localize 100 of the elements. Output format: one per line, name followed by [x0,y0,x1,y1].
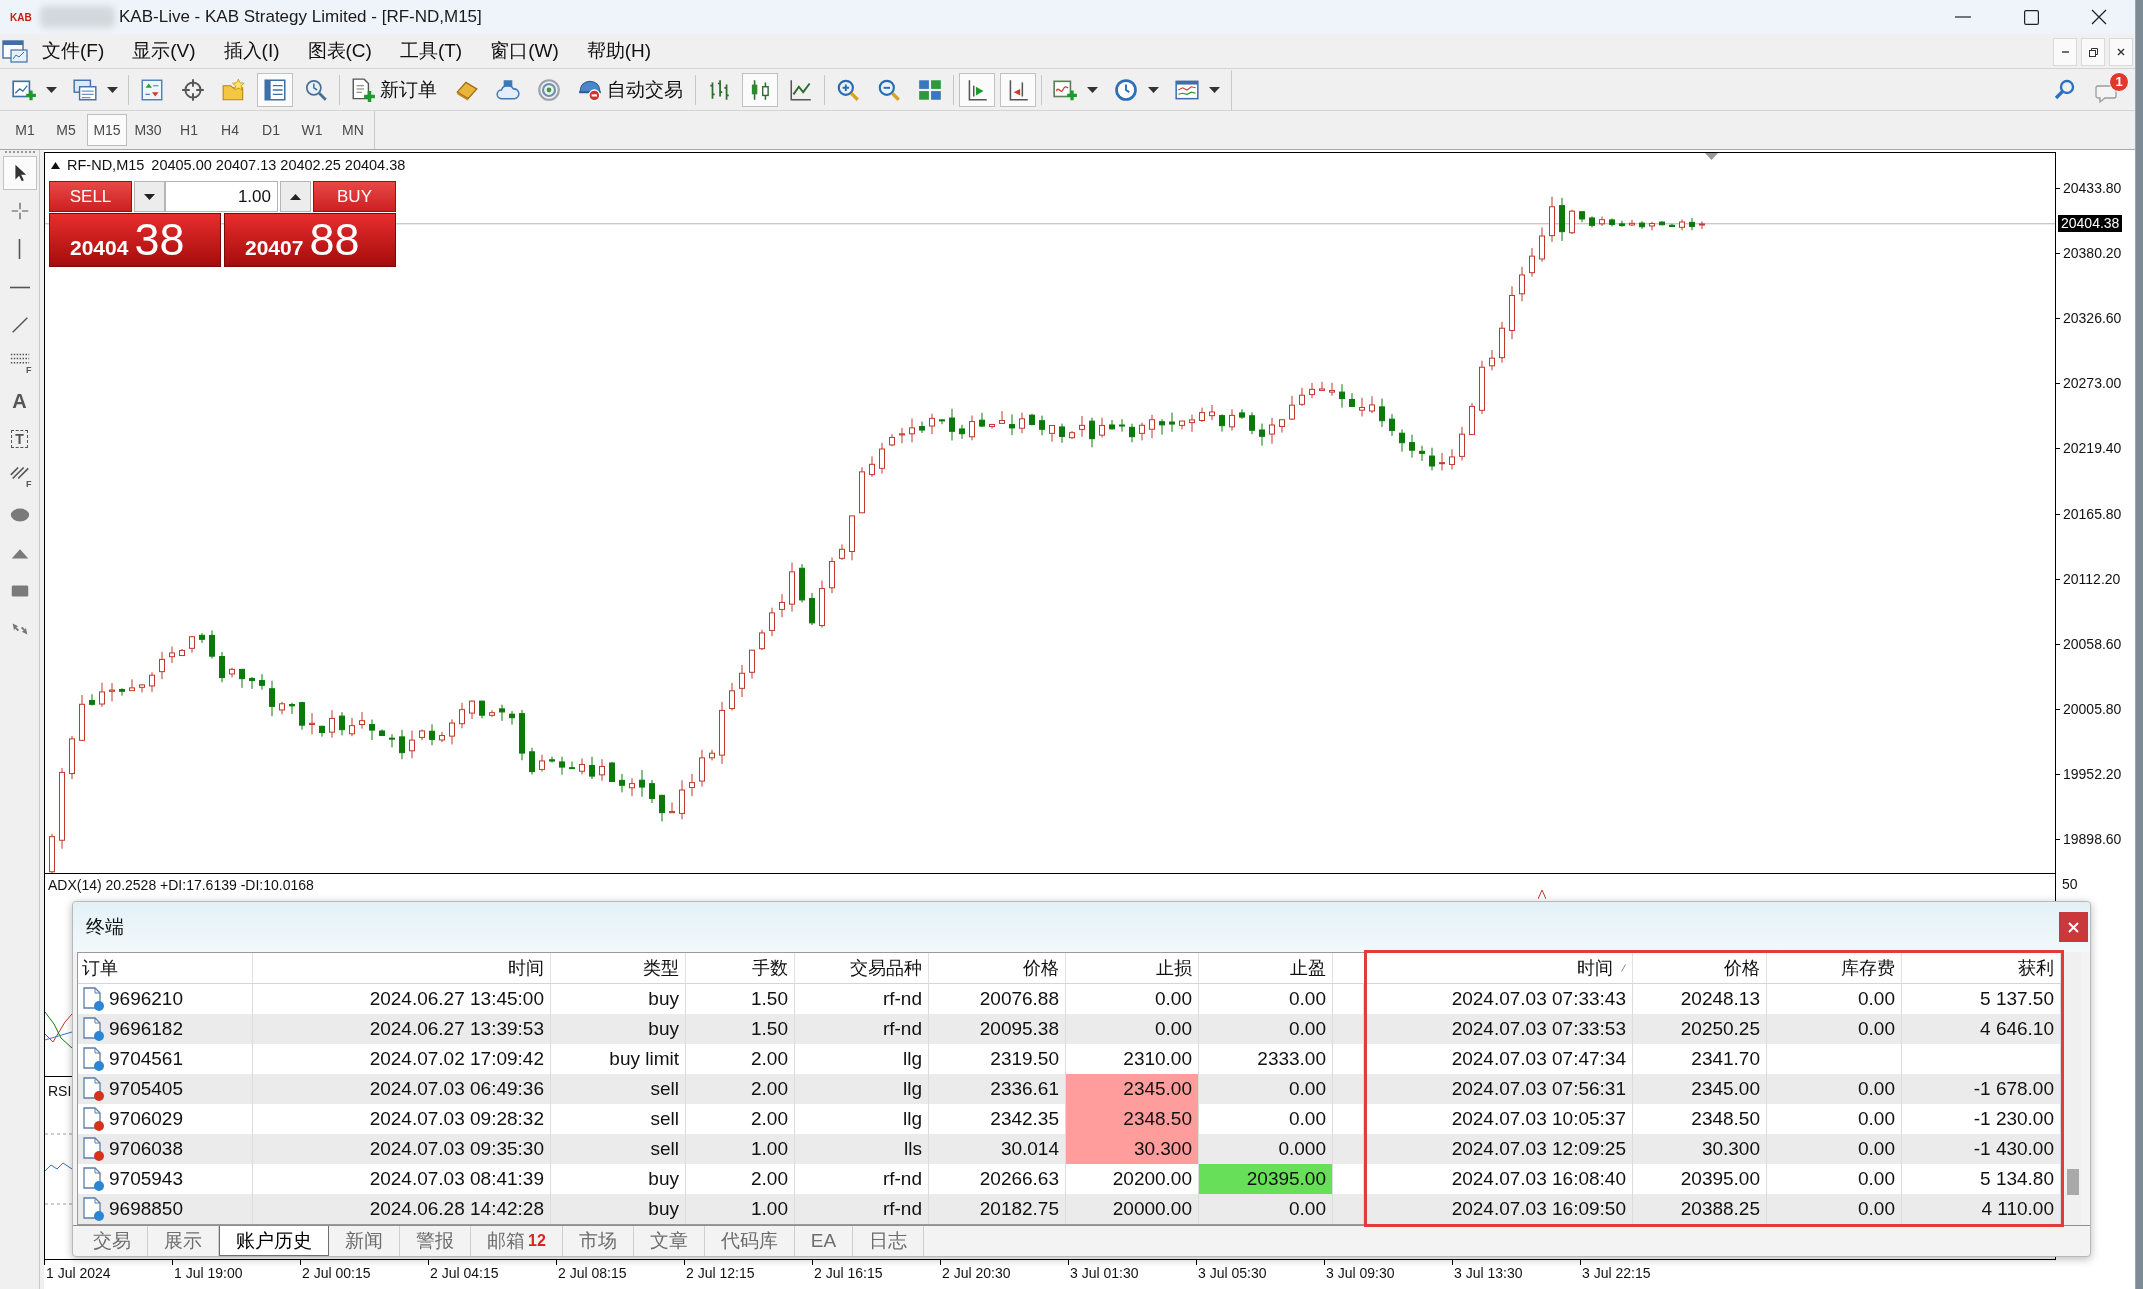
app-logo: KAB [10,11,33,23]
axis-label: 20005.80 [2056,699,2122,718]
close-icon [2117,48,2125,56]
axis-label: 20058.60 [2056,634,2122,653]
column-header[interactable]: 类型 [551,953,686,983]
document-icon [83,1167,101,1189]
column-header[interactable]: 订单 [78,953,253,983]
tab[interactable]: EA [794,1226,854,1256]
column-header[interactable]: 价格 [1633,953,1767,983]
timeframe-button[interactable]: MN [333,114,373,146]
star-folder-icon [221,76,247,103]
column-header[interactable]: 库存费 [1767,953,1902,983]
menu-item[interactable]: 工具(T) [385,34,477,68]
axis-label: 3 Jul 01:30 [1068,1260,1196,1287]
menu-item[interactable]: 显示(V) [118,34,210,68]
menu-item[interactable]: 图表(C) [293,34,386,68]
tab[interactable]: 新闻 [329,1226,400,1256]
tab[interactable]: 市场 [562,1226,634,1256]
maximize-icon [2023,9,2039,25]
minimize-icon [2061,51,2069,53]
toolbar-button[interactable]: 新订单 [345,72,444,107]
tab[interactable]: 邮箱 12 [471,1226,563,1256]
tab[interactable]: 账户历史 [219,1226,329,1256]
document-icon [83,1107,101,1129]
close-button[interactable] [2059,912,2088,942]
timeframe-button[interactable]: D1 [251,114,291,146]
tab[interactable]: 代码库 [704,1226,795,1256]
document-icon [83,1197,101,1219]
menu-item[interactable]: 插入(I) [209,34,294,68]
timeframe-button[interactable]: M15 [87,114,127,146]
horizontal-line-icon [9,285,30,289]
column-header[interactable]: 交易品种 [795,953,929,983]
table-cell: 2345.00 [1066,1074,1199,1104]
axis-label: 2 Jul 00:15 [300,1260,428,1287]
axis-label: 20433.80 [2056,179,2122,197]
timeframe-button[interactable]: H4 [210,114,250,146]
crosshair-circle-icon [180,76,206,103]
search-icon [2053,77,2077,102]
cursor-tool-button[interactable] [2,156,37,190]
table-cell: 20388.25 [1633,1194,1767,1224]
order-number: 9696210 [109,988,183,1010]
fibonacci-channel-tool-button[interactable]: F [2,460,37,494]
menu-item[interactable]: 窗口(W) [476,34,573,68]
notification-badge: 1 [2109,71,2129,92]
text-label-tool-button[interactable]: T [2,422,37,456]
table-cell: 0.00 [1767,1194,1902,1224]
timeframe-button[interactable]: W1 [292,114,332,146]
order-number: 9705943 [109,1168,183,1190]
toolbar-icon-button[interactable] [959,72,995,107]
minimize-icon [1955,16,1971,18]
table-cell: 20000.00 [1066,1194,1199,1224]
axis-label: 1 Jul 19:00 [172,1260,300,1287]
current-price-tag: 20404.38 [2058,215,2123,233]
table-cell: 20182.75 [929,1194,1066,1224]
order-number: 9704561 [109,1048,183,1070]
toolbar-icon-button[interactable] [742,72,778,107]
table-cell: 4 110.00 [1902,1194,2061,1224]
axis-label: 20165.80 [2056,504,2122,523]
tab[interactable]: 警报 [400,1226,471,1256]
table-cell: 2348.50 [1066,1104,1199,1134]
toolbar-icon-button[interactable] [257,72,293,107]
order-number: 9706038 [109,1138,183,1160]
column-header[interactable]: 时间 [253,953,551,983]
column-header[interactable]: 获利 [1902,953,2061,983]
menu-item[interactable]: 文件(F) [28,34,119,68]
table-cell: 0.00 [1199,1194,1333,1224]
order-number: 9705405 [109,1078,183,1100]
axis-label: 2 Jul 08:15 [556,1260,684,1287]
document-icon [83,1137,101,1159]
restore-button[interactable] [2081,38,2105,66]
column-header[interactable]: 手数 [686,953,795,983]
table-cell: 2024.06.28 14:42:28 [253,1194,551,1224]
timeframe-button[interactable]: H1 [169,114,209,146]
axis-label: 20273.00 [2056,374,2122,393]
toolbar-icon-button[interactable] [1000,72,1036,107]
tab[interactable]: 日志 [853,1226,925,1256]
column-header[interactable]: 价格 [929,953,1066,983]
axis-label: 20219.40 [2056,439,2122,458]
column-header[interactable]: 时间 [1367,953,1633,983]
column-header[interactable]: 止损 [1066,953,1199,983]
axis-label: 1 Jul 2024 [44,1260,172,1287]
tab[interactable]: 文章 [633,1226,705,1256]
text-tool-button[interactable]: A [2,384,37,418]
toolbar-button[interactable]: 自动交易 [572,72,690,107]
timeframe-button[interactable]: M30 [128,114,168,146]
table-cell: 1.00 [686,1194,795,1224]
timeframe-button[interactable]: M5 [46,114,86,146]
fibonacci-tool-button[interactable]: F [2,346,37,380]
close-icon [2068,921,2079,933]
messages-button[interactable]: 1 [2092,71,2130,108]
axis-label: 19898.60 [2056,830,2122,848]
document-icon [83,1077,101,1099]
tab[interactable]: 交易 [77,1226,148,1256]
document-icon [83,987,101,1009]
column-header[interactable]: 止盈 [1199,953,1333,983]
menu-item[interactable]: 帮助(H) [572,34,666,68]
scrollbar-thumb[interactable] [2067,1169,2079,1195]
axis-label: 3 Jul 05:30 [1196,1260,1324,1287]
timeframe-button[interactable]: M1 [5,114,45,146]
order-number: 9698850 [109,1198,183,1220]
